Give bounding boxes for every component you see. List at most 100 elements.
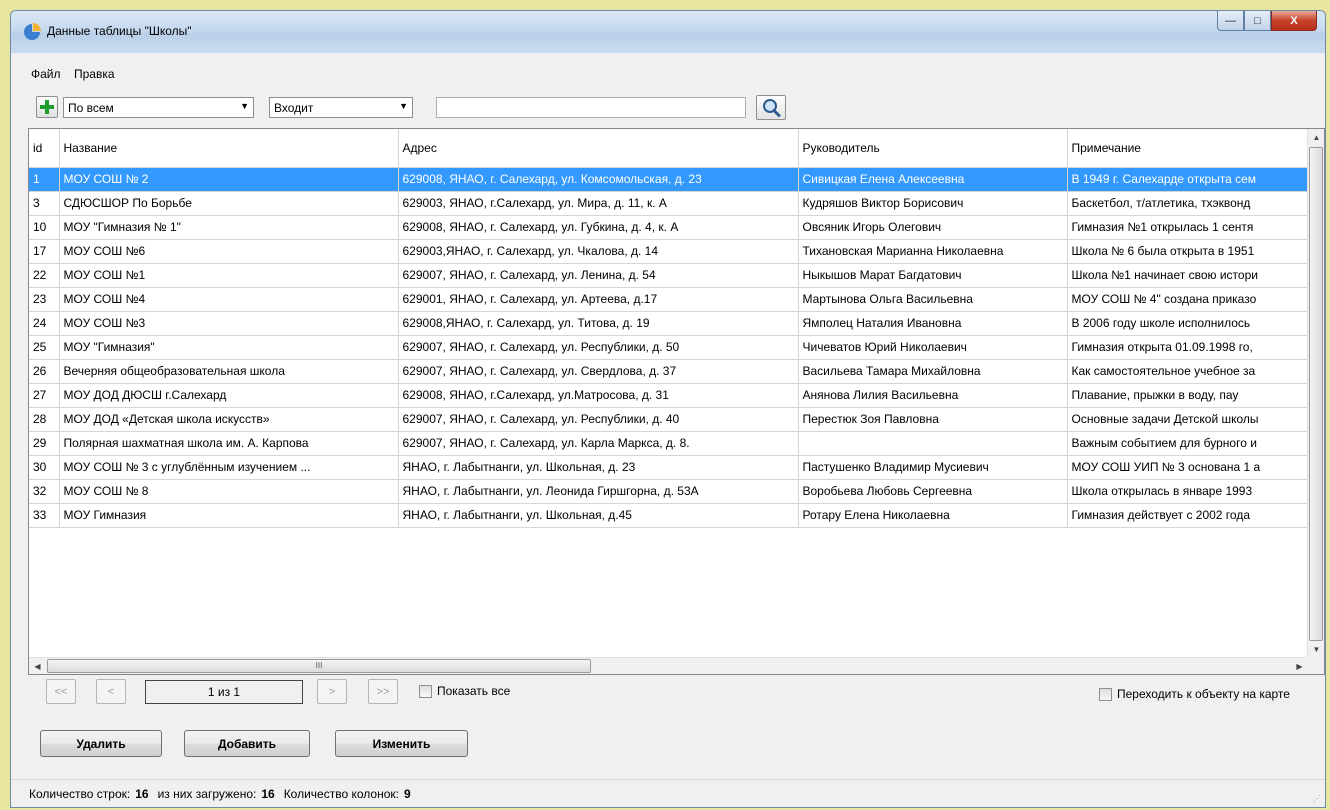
cell-address[interactable]: 629007, ЯНАО, г. Салехард, ул. Карла Мар… (398, 431, 799, 456)
cell-name[interactable]: Вечерняя общеобразовательная школа (59, 359, 399, 384)
cell-id[interactable]: 32 (29, 479, 60, 504)
vertical-scroll-thumb[interactable] (1309, 147, 1323, 641)
cell-address[interactable]: 629007, ЯНАО, г. Салехард, ул. Республик… (398, 335, 799, 360)
cell-director[interactable]: Васильева Тамара Михайловна (798, 359, 1068, 384)
cell-director[interactable]: Мартынова Ольга Васильевна (798, 287, 1068, 312)
cell-note[interactable]: Гимназия действует с 2002 года (1067, 503, 1313, 528)
horizontal-scrollbar[interactable]: ◀ III ▶ (29, 657, 1308, 674)
cell-note[interactable]: Гимназия открыта 01.09.1998 го, (1067, 335, 1313, 360)
minimize-button[interactable]: — (1217, 11, 1244, 31)
column-header-director[interactable]: Руководитель (798, 129, 1068, 168)
table-row[interactable]: 28 МОУ ДОД «Детская школа искусств» 629007… (29, 407, 1313, 432)
cell-note[interactable]: Как самостоятельное учебное за (1067, 359, 1313, 384)
cell-id[interactable]: 10 (29, 215, 60, 240)
cell-note[interactable]: Гимназия №1 открылась 1 сентя (1067, 215, 1313, 240)
table-row[interactable]: 32 МОУ СОШ № 8 ЯНАО, г. Лабытнанги, ул. Ле… (29, 479, 1313, 504)
cell-address[interactable]: ЯНАО, г. Лабытнанги, ул. Школьная, д. 23 (398, 455, 799, 480)
cell-id[interactable]: 25 (29, 335, 60, 360)
cell-id[interactable]: 24 (29, 311, 60, 336)
edit-button[interactable]: Изменить (335, 730, 468, 757)
cell-name[interactable]: МОУ СОШ № 8 (59, 479, 399, 504)
cell-director[interactable]: Пастушенко Владимир Мусиевич (798, 455, 1068, 480)
cell-address[interactable]: 629008, ЯНАО, г. Салехард, ул. Губкина, … (398, 215, 799, 240)
cell-address[interactable]: 629003,ЯНАО, г. Салехард, ул. Чкалова, д… (398, 239, 799, 264)
first-page-button[interactable]: << (46, 679, 76, 704)
vertical-scrollbar[interactable]: ▲ ▼ (1307, 129, 1324, 658)
cell-note[interactable]: Школа № 6 была открыта в 1951 (1067, 239, 1313, 264)
title-bar[interactable]: Данные таблицы "Школы" — □ X (11, 11, 1325, 53)
column-header-id[interactable]: id (29, 129, 60, 168)
column-header-note[interactable]: Примечание (1067, 129, 1313, 168)
cell-name[interactable]: Полярная шахматная школа им. А. Карпова (59, 431, 399, 456)
cell-name[interactable]: МОУ СОШ №1 (59, 263, 399, 288)
search-button[interactable] (756, 95, 786, 120)
cell-note[interactable]: МОУ СОШ УИП № 3 основана 1 а (1067, 455, 1313, 480)
table-row[interactable]: 24 МОУ СОШ №3 629008,ЯНАО, г. Салехард, ул… (29, 311, 1313, 336)
cell-director[interactable]: Ротару Елена Николаевна (798, 503, 1068, 528)
scroll-right-icon[interactable]: ▶ (1291, 658, 1308, 674)
table-row[interactable]: 3 СДЮСШОР По Борьбе 629003, ЯНАО, г.Салеха… (29, 191, 1313, 216)
table-row[interactable]: 22 МОУ СОШ №1 629007, ЯНАО, г. Салехард, у… (29, 263, 1313, 288)
table-row[interactable]: 23 МОУ СОШ №4 629001, ЯНАО, г. Салехард, у… (29, 287, 1313, 312)
prev-page-button[interactable]: < (96, 679, 126, 704)
cell-note[interactable]: Школа №1 начинает свою истори (1067, 263, 1313, 288)
cell-director[interactable]: Кудряшов Виктор Борисович (798, 191, 1068, 216)
cell-name[interactable]: МОУ ДОД ДЮСШ г.Салехард (59, 383, 399, 408)
cell-address[interactable]: 629008,ЯНАО, г. Салехард, ул. Титова, д.… (398, 311, 799, 336)
cell-id[interactable]: 29 (29, 431, 60, 456)
table-row[interactable]: 27 МОУ ДОД ДЮСШ г.Салехард 629008, ЯНАО, г… (29, 383, 1313, 408)
maximize-button[interactable]: □ (1244, 11, 1271, 31)
cell-name[interactable]: МОУ СОШ № 2 (59, 167, 399, 192)
table-row[interactable]: 10 МОУ "Гимназия № 1" 629008, ЯНАО, г. Сал… (29, 215, 1313, 240)
cell-name[interactable]: МОУ ДОД «Детская школа искусств» (59, 407, 399, 432)
show-all-checkbox[interactable]: Показать все (419, 684, 510, 698)
cell-id[interactable]: 30 (29, 455, 60, 480)
cell-note[interactable]: Баскетбол, т/атлетика, тхэквонд (1067, 191, 1313, 216)
close-button[interactable]: X (1271, 11, 1317, 31)
cell-note[interactable]: МОУ СОШ № 4" создана приказо (1067, 287, 1313, 312)
cell-address[interactable]: 629007, ЯНАО, г. Салехард, ул. Свердлова… (398, 359, 799, 384)
checkbox-icon[interactable] (1099, 687, 1112, 701)
add-record-button[interactable] (36, 96, 58, 118)
menu-file[interactable]: Файл (31, 67, 61, 81)
cell-address[interactable]: 629003, ЯНАО, г.Салехард, ул. Мира, д. 1… (398, 191, 799, 216)
table-row[interactable]: 29 Полярная шахматная школа им. А. Карпов… (29, 431, 1313, 456)
next-page-button[interactable]: > (317, 679, 347, 704)
cell-name[interactable]: МОУ СОШ №6 (59, 239, 399, 264)
cell-director[interactable]: Ямполец Наталия Ивановна (798, 311, 1068, 336)
last-page-button[interactable]: >> (368, 679, 398, 704)
scroll-left-icon[interactable]: ◀ (29, 658, 46, 674)
cell-name[interactable]: МОУ "Гимназия № 1" (59, 215, 399, 240)
cell-director[interactable]: Ныкышов Марат Багдатович (798, 263, 1068, 288)
condition-select[interactable]: Входит ▼ (269, 97, 413, 118)
cell-id[interactable]: 28 (29, 407, 60, 432)
cell-id[interactable]: 3 (29, 191, 60, 216)
table-row[interactable]: 33 МОУ Гимназия ЯНАО, г. Лабытнанги, ул. Ш… (29, 503, 1313, 528)
cell-id[interactable]: 22 (29, 263, 60, 288)
cell-director[interactable]: Сивицкая Елена Алексеевна (798, 167, 1068, 192)
cell-director[interactable]: Анянова Лилия Васильевна (798, 383, 1068, 408)
column-header-address[interactable]: Адрес (398, 129, 799, 168)
checkbox-icon[interactable] (419, 684, 432, 698)
cell-note[interactable]: Важным событием для бурного и (1067, 431, 1313, 456)
cell-name[interactable]: МОУ СОШ № 3 с углублённым изучением ... (59, 455, 399, 480)
table-row[interactable]: 25 МОУ "Гимназия" 629007, ЯНАО, г. Салехар… (29, 335, 1313, 360)
table-row[interactable]: 30 МОУ СОШ № 3 с углублённым изучением ..… (29, 455, 1313, 480)
cell-note[interactable]: Плавание, прыжки в воду, пау (1067, 383, 1313, 408)
cell-address[interactable]: 629008, ЯНАО, г. Салехард, ул. Комсомоль… (398, 167, 799, 192)
scroll-up-icon[interactable]: ▲ (1308, 129, 1324, 146)
cell-address[interactable]: ЯНАО, г. Лабытнанги, ул. Леонида Гиршгор… (398, 479, 799, 504)
cell-name[interactable]: МОУ "Гимназия" (59, 335, 399, 360)
cell-name[interactable]: МОУ СОШ №3 (59, 311, 399, 336)
cell-id[interactable]: 33 (29, 503, 60, 528)
cell-id[interactable]: 23 (29, 287, 60, 312)
cell-director[interactable] (798, 431, 1068, 456)
cell-name[interactable]: СДЮСШОР По Борьбе (59, 191, 399, 216)
cell-address[interactable]: ЯНАО, г. Лабытнанги, ул. Школьная, д.45 (398, 503, 799, 528)
cell-address[interactable]: 629007, ЯНАО, г. Салехард, ул. Ленина, д… (398, 263, 799, 288)
goto-map-checkbox[interactable]: Переходить к объекту на карте (1099, 687, 1290, 701)
table-row[interactable]: 1 МОУ СОШ № 2 629008, ЯНАО, г. Салехард, у… (29, 167, 1313, 192)
menu-edit[interactable]: Правка (74, 67, 115, 81)
table-row[interactable]: 17 МОУ СОШ №6 629003,ЯНАО, г. Салехард, ул… (29, 239, 1313, 264)
delete-button[interactable]: Удалить (40, 730, 162, 757)
